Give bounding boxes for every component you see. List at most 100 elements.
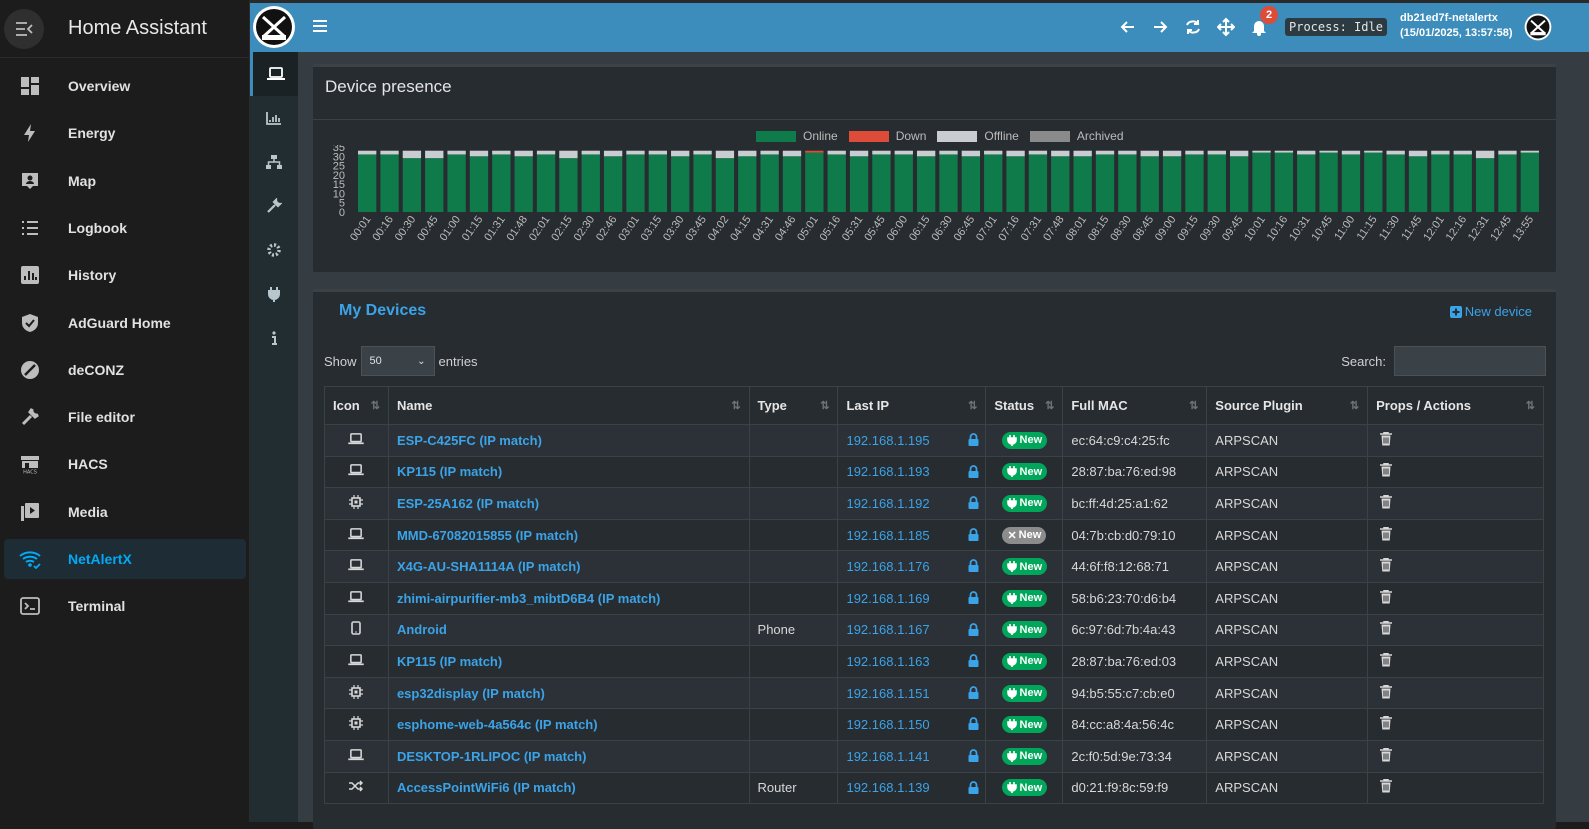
bar-offline[interactable] bbox=[1118, 150, 1137, 155]
bar-online[interactable] bbox=[559, 158, 578, 212]
bar-online[interactable] bbox=[760, 154, 779, 212]
bar-offline[interactable] bbox=[894, 150, 913, 155]
bar-online[interactable] bbox=[536, 154, 556, 212]
trash-icon[interactable] bbox=[1380, 558, 1393, 572]
bar-offline[interactable] bbox=[872, 150, 891, 155]
sidebar-item-deconz[interactable]: deCONZ bbox=[4, 350, 246, 390]
bar-offline[interactable] bbox=[1431, 150, 1450, 155]
bar-offline[interactable] bbox=[984, 150, 1003, 155]
trash-icon[interactable] bbox=[1380, 526, 1393, 541]
bar-offline[interactable] bbox=[1140, 150, 1159, 157]
nav-devices[interactable] bbox=[250, 52, 298, 96]
table-row[interactable]: X4G-AU-SHA1114A (IP match) 192.168.1.176 N… bbox=[324, 550, 1544, 583]
bar-offline[interactable] bbox=[492, 150, 511, 155]
trash-icon[interactable] bbox=[1380, 463, 1393, 477]
table-row[interactable]: ESP-25A162 (IP match) 192.168.1.192 New bc:… bbox=[324, 487, 1544, 520]
bar-online[interactable] bbox=[1341, 154, 1361, 212]
bar-online[interactable] bbox=[358, 154, 377, 212]
bar-offline[interactable] bbox=[581, 150, 600, 155]
bar-online[interactable] bbox=[402, 158, 422, 212]
sidebar-item-media[interactable]: Media bbox=[4, 492, 246, 532]
bar-online[interactable] bbox=[425, 158, 444, 212]
bar-offline[interactable] bbox=[380, 150, 399, 155]
bar-offline[interactable] bbox=[402, 150, 422, 159]
bar-offline[interactable] bbox=[1207, 150, 1226, 155]
bar-online[interactable] bbox=[1386, 154, 1405, 212]
bar-online[interactable] bbox=[916, 156, 936, 212]
bar-offline[interactable] bbox=[1006, 150, 1025, 157]
nav-plugins[interactable] bbox=[250, 272, 298, 316]
table-row[interactable]: KP115 (IP match) 192.168.1.163 New 28:87:ba… bbox=[324, 645, 1544, 678]
device-name-link[interactable]: KP115 (IP match) bbox=[397, 464, 502, 479]
bar-online[interactable] bbox=[939, 154, 958, 212]
bar-offline[interactable] bbox=[1297, 150, 1316, 155]
bar-online[interactable] bbox=[872, 154, 891, 212]
sidebar-item-logbook[interactable]: Logbook bbox=[4, 208, 246, 248]
bar-offline[interactable] bbox=[1274, 150, 1294, 153]
column-header-icon[interactable]: Icon ⇅ bbox=[324, 386, 389, 425]
bar-online[interactable] bbox=[380, 154, 399, 212]
bar-offline[interactable] bbox=[1498, 150, 1517, 155]
trash-icon[interactable] bbox=[1380, 779, 1393, 793]
sidebar-item-adguard-home[interactable]: AdGuard Home bbox=[4, 303, 246, 343]
nav-settings[interactable] bbox=[250, 228, 298, 272]
bar-online[interactable] bbox=[894, 154, 913, 212]
bar-online[interactable] bbox=[1475, 158, 1495, 212]
refresh-icon[interactable] bbox=[1184, 17, 1202, 37]
bar-online[interactable] bbox=[1252, 152, 1271, 212]
bar-offline[interactable] bbox=[849, 150, 869, 157]
table-row[interactable]: ESP-C425FC (IP match) 192.168.1.195 New ec:… bbox=[324, 424, 1544, 457]
bar-offline[interactable] bbox=[1341, 150, 1361, 155]
legend-archived[interactable]: Archived bbox=[1029, 129, 1124, 143]
bar-offline[interactable] bbox=[1229, 150, 1249, 157]
bar-offline[interactable] bbox=[939, 150, 958, 155]
bar-online[interactable] bbox=[1207, 154, 1226, 212]
legend-offline[interactable]: Offline bbox=[937, 129, 1019, 143]
bar-online[interactable] bbox=[1028, 154, 1048, 212]
column-header-type[interactable]: Type ⇅ bbox=[748, 386, 839, 425]
bar-offline[interactable] bbox=[1475, 150, 1495, 159]
device-name-link[interactable]: DESKTOP-1RLIPOC (IP match) bbox=[397, 749, 587, 764]
bar-offline[interactable] bbox=[1520, 150, 1539, 153]
sidebar-item-netalertx[interactable]: NetAlertX bbox=[4, 539, 246, 579]
bar-offline[interactable] bbox=[1073, 150, 1092, 157]
sidebar-item-overview[interactable]: Overview bbox=[4, 66, 246, 106]
bar-offline[interactable] bbox=[603, 150, 623, 157]
bar-offline[interactable] bbox=[1028, 150, 1048, 155]
nav-maintenance[interactable] bbox=[250, 184, 298, 228]
bar-online[interactable] bbox=[1408, 156, 1428, 212]
trash-icon[interactable] bbox=[1380, 747, 1393, 762]
column-header-props-actions[interactable]: Props / Actions ⇅ bbox=[1367, 386, 1544, 425]
bar-online[interactable] bbox=[626, 154, 645, 212]
bar-offline[interactable] bbox=[559, 150, 578, 159]
bar-online[interactable] bbox=[1140, 156, 1159, 212]
trash-icon[interactable] bbox=[1380, 589, 1393, 604]
device-name-link[interactable]: Android bbox=[397, 622, 447, 637]
bar-offline[interactable] bbox=[916, 150, 936, 157]
bar-online[interactable] bbox=[1431, 154, 1450, 212]
bar-online[interactable] bbox=[1095, 154, 1115, 212]
bar-online[interactable] bbox=[693, 154, 712, 212]
trash-icon[interactable] bbox=[1380, 716, 1393, 730]
bar-online[interactable] bbox=[1162, 156, 1182, 212]
bar-online[interactable] bbox=[1453, 154, 1472, 212]
bar-offline[interactable] bbox=[760, 150, 779, 155]
bar-offline[interactable] bbox=[1364, 150, 1383, 153]
table-row[interactable]: KP115 (IP match) 192.168.1.193 New 28:87:ba… bbox=[324, 455, 1544, 489]
table-row[interactable]: esp32display (IP match) 192.168.1.151 New 9… bbox=[324, 676, 1544, 710]
trash-icon[interactable] bbox=[1380, 431, 1393, 446]
bar-offline[interactable] bbox=[827, 150, 846, 155]
bar-online[interactable] bbox=[1185, 154, 1204, 212]
sidebar-item-history[interactable]: History bbox=[4, 255, 246, 295]
bar-offline[interactable] bbox=[447, 150, 466, 155]
bar-online[interactable] bbox=[827, 154, 846, 212]
bar-online[interactable] bbox=[469, 156, 489, 212]
bar-online[interactable] bbox=[805, 152, 824, 212]
bar-offline[interactable] bbox=[1051, 150, 1070, 157]
device-name-link[interactable]: zhimi-airpurifier-mb3_mibtD6B4 (IP match… bbox=[397, 591, 660, 606]
bar-offline[interactable] bbox=[358, 150, 377, 155]
nav-info[interactable] bbox=[250, 316, 298, 360]
bar-online[interactable] bbox=[581, 154, 600, 212]
fullscreen-move-icon[interactable] bbox=[1217, 17, 1235, 37]
sidebar-item-hacs[interactable]: HACS HACS bbox=[4, 444, 246, 484]
